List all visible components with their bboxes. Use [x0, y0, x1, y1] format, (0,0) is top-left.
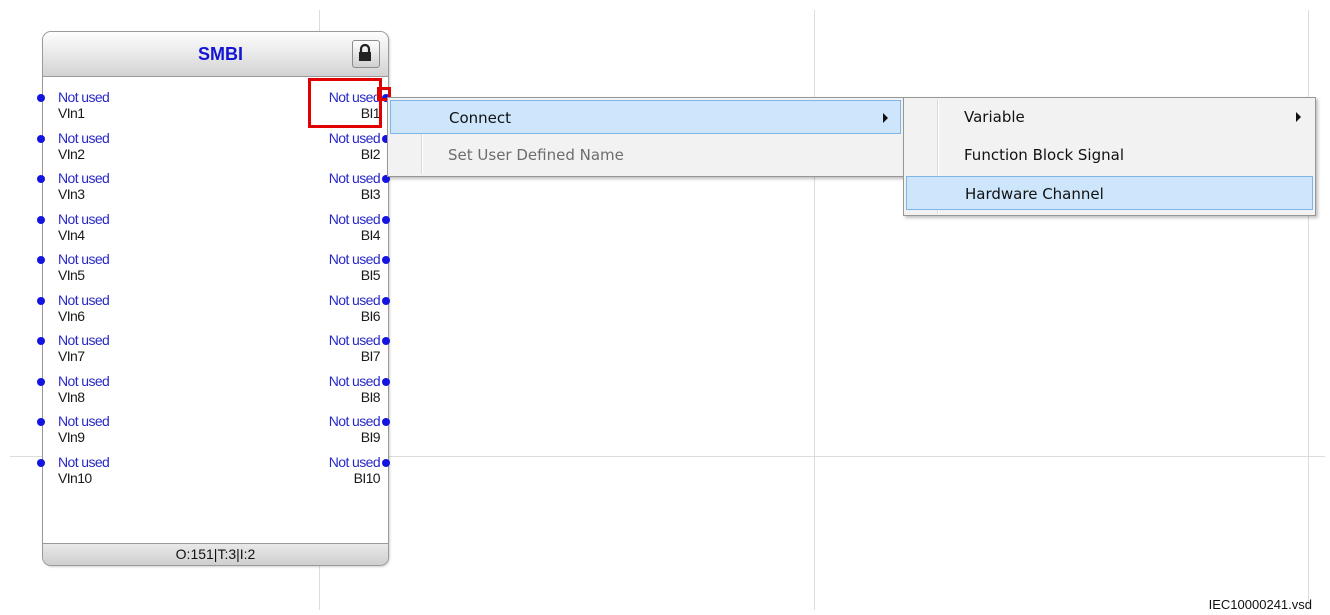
output-pin-dot[interactable] [382, 215, 390, 224]
output-name-label: BI8 [360, 388, 381, 405]
input-name-label: VIn9 [58, 429, 85, 445]
input-pin[interactable]: Not used VIn2 [58, 130, 168, 162]
menu-item-label: Connect [449, 109, 512, 127]
input-signal-label: Not used [58, 372, 110, 389]
output-signal-label: Not used [328, 210, 381, 227]
output-pin[interactable]: Not used BI9 [240, 413, 381, 445]
output-signal-label: Not used [328, 332, 381, 348]
input-signal-label: Not used [58, 453, 110, 470]
output-name-label: BI9 [360, 429, 381, 445]
input-pin-dot[interactable] [37, 458, 45, 467]
lock-icon [359, 44, 371, 61]
context-menu: Connect Set User Defined Name [387, 97, 904, 177]
output-signal-label: Not used [328, 291, 381, 308]
input-pin-dot[interactable] [37, 418, 45, 426]
input-pin-dot[interactable] [37, 337, 45, 345]
output-name-label: BI3 [360, 186, 381, 202]
output-pin[interactable]: Not used BI3 [240, 170, 381, 202]
input-pin[interactable]: Not used VIn9 [58, 413, 168, 445]
block-header: SMBI [43, 32, 388, 77]
input-name-label: VIn7 [58, 348, 85, 364]
input-name-label: VIn1 [58, 105, 85, 121]
input-signal-label: Not used [58, 129, 110, 146]
output-pin-dot[interactable] [382, 296, 390, 305]
output-pin[interactable]: Not used BI7 [240, 332, 381, 364]
input-pin[interactable]: Not used VIn4 [58, 211, 168, 243]
output-name-label: BI4 [360, 226, 381, 243]
output-pin[interactable]: Not used BI10 [240, 453, 381, 486]
block-title: SMBI [198, 44, 243, 64]
input-name-label: VIn8 [58, 388, 85, 405]
output-name-label: BI10 [353, 469, 381, 486]
menu-item-label: Set User Defined Name [448, 146, 624, 164]
submenu-arrow-icon [1296, 112, 1301, 122]
menu-item-label: Function Block Signal [964, 146, 1124, 164]
output-pin-dot[interactable] [382, 418, 390, 426]
input-pin-dot[interactable] [37, 175, 45, 183]
input-pin[interactable]: Not used VIn1 [58, 89, 168, 121]
connect-submenu: Variable Function Block Signal Hardware … [903, 97, 1316, 216]
input-signal-label: Not used [58, 332, 110, 348]
output-pin-dot[interactable] [382, 337, 390, 345]
input-name-label: VIn5 [58, 267, 85, 283]
input-pin-dot[interactable] [37, 94, 45, 102]
input-name-label: VIn6 [58, 307, 85, 324]
output-pin[interactable]: Not used BI4 [240, 210, 381, 243]
output-pin[interactable]: Not used BI8 [240, 372, 381, 405]
output-pin-dot[interactable] [382, 458, 390, 467]
output-pin[interactable]: Not used BI6 [240, 291, 381, 324]
input-signal-label: Not used [58, 170, 110, 186]
output-name-label: BI2 [360, 145, 381, 162]
input-pin[interactable]: Not used VIn7 [58, 332, 168, 364]
input-pin[interactable]: Not used VIn5 [58, 251, 168, 283]
output-pin-dot[interactable] [382, 377, 390, 386]
input-pin-dot[interactable] [37, 256, 45, 264]
input-name-label: VIn3 [58, 186, 85, 202]
menu-item-hardware-channel[interactable]: Hardware Channel [906, 176, 1313, 210]
input-signal-label: Not used [58, 251, 110, 267]
input-name-label: VIn2 [58, 145, 85, 162]
input-name-label: VIn10 [58, 469, 92, 486]
block-footer: O:151|T:3|I:2 [43, 543, 388, 565]
menu-item-function-block-signal[interactable]: Function Block Signal [906, 138, 1313, 172]
input-pin-dot[interactable] [37, 134, 45, 143]
menu-item-label: Hardware Channel [965, 185, 1104, 203]
input-pin[interactable]: Not used VIn8 [58, 373, 168, 405]
output-signal-label: Not used [328, 372, 381, 389]
figure-caption: IEC10000241.vsd [1208, 597, 1312, 612]
output-signal-label: Not used [328, 453, 381, 470]
output-signal-label: Not used [328, 170, 381, 186]
output-pin[interactable]: Not used BI5 [240, 251, 381, 283]
input-signal-label: Not used [58, 413, 110, 429]
menu-item-set-user-defined-name[interactable]: Set User Defined Name [390, 138, 901, 172]
input-signal-label: Not used [58, 291, 110, 308]
output-pin[interactable]: Not used BI2 [240, 129, 381, 162]
selected-output-highlight [308, 78, 382, 128]
input-pin-dot[interactable] [37, 215, 45, 224]
output-signal-label: Not used [328, 251, 381, 267]
input-pin[interactable]: Not used VIn6 [58, 292, 168, 324]
lock-button[interactable] [352, 40, 380, 68]
input-pin[interactable]: Not used VIn3 [58, 170, 168, 202]
output-name-label: BI5 [360, 267, 381, 283]
output-signal-label: Not used [328, 129, 381, 146]
output-pin-dot[interactable] [382, 256, 390, 264]
input-pin-dot[interactable] [37, 296, 45, 305]
input-name-label: VIn4 [58, 226, 85, 243]
output-signal-label: Not used [328, 413, 381, 429]
output-name-label: BI6 [360, 307, 381, 324]
submenu-arrow-icon [883, 113, 888, 123]
menu-item-variable[interactable]: Variable [906, 100, 1313, 134]
input-pin-dot[interactable] [37, 377, 45, 386]
input-signal-label: Not used [58, 89, 110, 105]
input-pin[interactable]: Not used VIn10 [58, 454, 168, 486]
input-signal-label: Not used [58, 210, 110, 227]
output-name-label: BI7 [360, 348, 381, 364]
menu-item-connect[interactable]: Connect [390, 100, 901, 134]
menu-item-label: Variable [964, 108, 1025, 126]
